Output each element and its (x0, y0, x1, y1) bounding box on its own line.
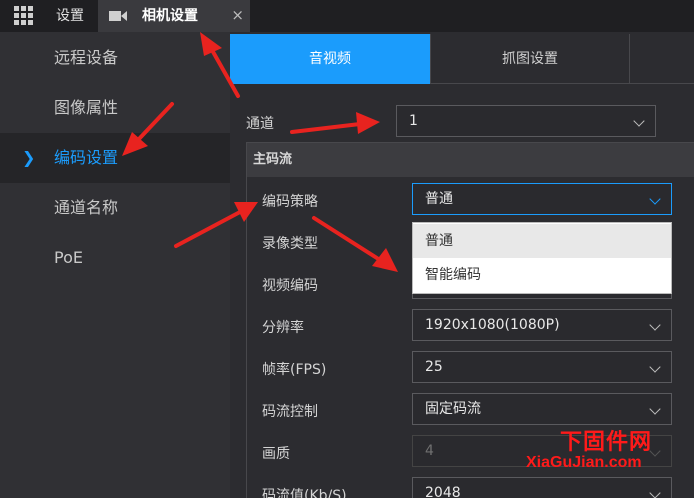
chevron-down-icon (649, 487, 661, 498)
chevron-down-icon (649, 319, 661, 331)
field-label-quality: 画质 (262, 446, 290, 462)
chevron-down-icon (633, 115, 645, 127)
field-label-record-type: 录像类型 (262, 236, 318, 252)
chevron-right-icon: ❯ (22, 148, 36, 167)
tab-snapshot-settings[interactable]: 抓图设置 (430, 34, 630, 84)
chevron-down-icon (649, 403, 661, 415)
channel-select[interactable]: 1 (396, 105, 656, 137)
watermark-cn: 下固件网 (560, 430, 653, 455)
sidebar-item-poe[interactable]: PoE (0, 233, 230, 283)
watermark-en: XiaGuJian.com (526, 454, 642, 471)
tab-camera-label: 相机设置 (142, 8, 198, 24)
chevron-down-icon (649, 193, 661, 205)
video-camera-icon (109, 11, 127, 21)
apps-grid-icon[interactable] (14, 6, 34, 26)
encoding-strategy-dropdown: 普通 智能编码 (412, 222, 672, 294)
sidebar: 远程设备 图像属性 ❯ 编码设置 通道名称 PoE (0, 32, 230, 498)
resolution-value: 1920x1080(1080P) (425, 317, 560, 333)
frame-rate-value: 25 (425, 359, 443, 375)
chevron-down-icon (649, 361, 661, 373)
bitrate-control-value: 固定码流 (425, 401, 481, 417)
dropdown-option-normal[interactable]: 普通 (413, 224, 671, 258)
field-label-encoding-strategy: 编码策略 (262, 194, 318, 210)
field-label-resolution: 分辨率 (262, 320, 304, 336)
channel-value: 1 (409, 113, 418, 129)
frame-rate-select[interactable]: 25 (412, 351, 672, 383)
dropdown-option-smart-encoding[interactable]: 智能编码 (413, 258, 671, 292)
encoding-strategy-value: 普通 (425, 191, 453, 207)
bitrate-control-select[interactable]: 固定码流 (412, 393, 672, 425)
field-label-video-encoding: 视频编码 (262, 278, 318, 294)
encoding-strategy-select[interactable]: 普通 (412, 183, 672, 215)
sidebar-item-channel-name[interactable]: 通道名称 (0, 183, 230, 233)
tab-settings[interactable]: 设置 (46, 0, 96, 32)
bitrate-value: 2048 (425, 485, 461, 498)
main-stream-title: 主码流 (247, 143, 694, 177)
tab-camera-settings[interactable]: 相机设置 × (98, 0, 250, 32)
tab-audio-video[interactable]: 音视频 (230, 34, 430, 84)
field-label-frame-rate: 帧率(FPS) (262, 362, 327, 378)
sidebar-item-image-attributes[interactable]: 图像属性 (0, 83, 230, 133)
sidebar-item-remote-device[interactable]: 远程设备 (0, 33, 230, 83)
site-watermark: 下固件网 XiaGuJian.com (526, 424, 694, 484)
resolution-select[interactable]: 1920x1080(1080P) (412, 309, 672, 341)
channel-label: 通道 (246, 116, 274, 132)
field-label-bitrate-value: 码流值(Kb/S) (262, 488, 347, 498)
sidebar-item-encoding-settings[interactable]: ❯ 编码设置 (0, 133, 230, 183)
quality-value: 4 (425, 443, 434, 459)
subtab-bar: 音视频 抓图设置 (230, 34, 694, 84)
close-icon[interactable]: × (231, 0, 244, 30)
field-label-bitrate-control: 码流控制 (262, 404, 318, 420)
top-tab-bar: 设置 相机设置 × (0, 0, 694, 32)
sidebar-item-label: 编码设置 (54, 148, 119, 167)
